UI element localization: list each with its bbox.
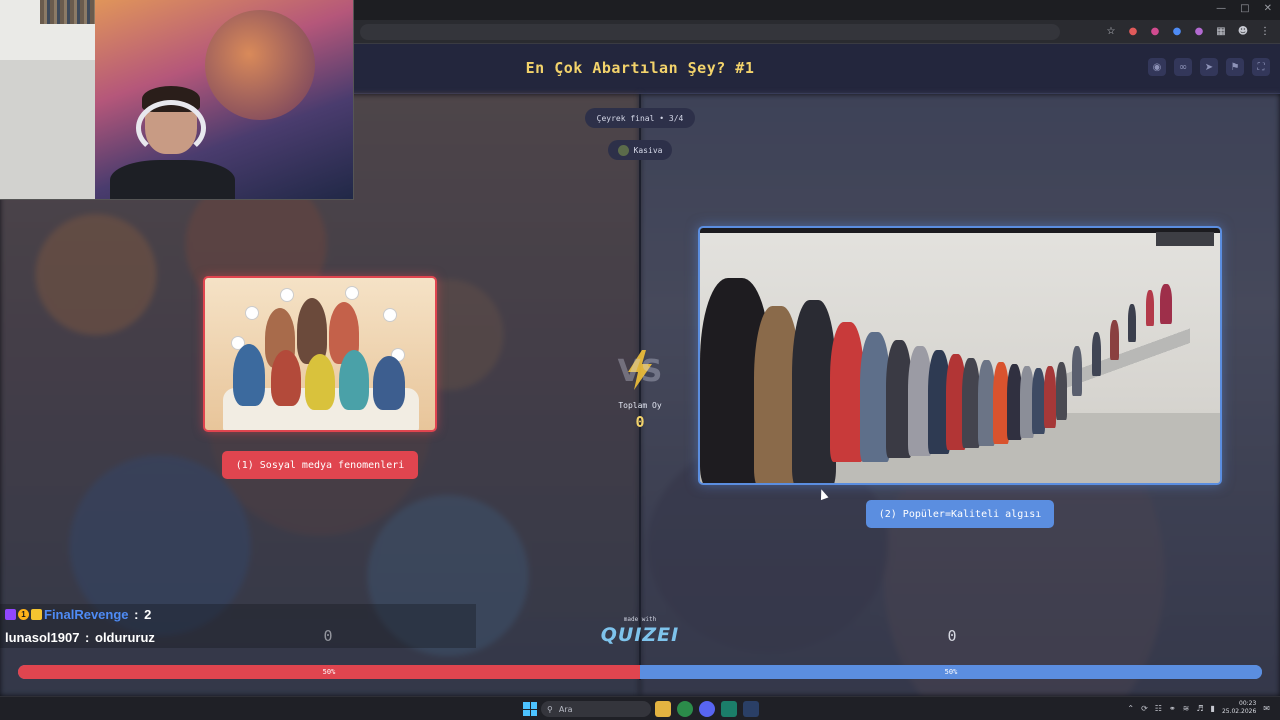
maximize-icon[interactable]: □ — [1240, 3, 1249, 14]
extension-icon[interactable]: ● — [1148, 24, 1162, 38]
chat-text: oldururuz — [95, 630, 155, 645]
vs-label: VS — [617, 354, 663, 389]
extension-icon[interactable]: ● — [1170, 24, 1184, 38]
illustrated-person — [373, 356, 405, 410]
queue-person — [1072, 346, 1082, 396]
illustrated-person — [305, 354, 335, 410]
queue-person — [1110, 320, 1119, 360]
menu-dots-icon[interactable]: ⋮ — [1258, 24, 1272, 38]
avatar — [617, 144, 629, 156]
chat-message: 1 FinalRevenge : 2 — [5, 607, 151, 622]
queue-person — [1056, 362, 1067, 420]
vs-lightning-icon: VS — [616, 348, 664, 392]
illustrated-person — [233, 344, 265, 406]
option-2-image[interactable] — [698, 226, 1222, 485]
chat-username: lunasol1907 — [5, 630, 80, 645]
microphone-icon[interactable]: ⚭ — [1169, 704, 1176, 713]
system-tray: ⌃ ⟳ ☷ ⚭ ≋ ♬ ▮ 00:23 25.02.2026 ✉ — [1127, 700, 1270, 716]
clock-date: 25.02.2026 — [1221, 708, 1257, 715]
creator-name: Kasiva — [633, 145, 663, 155]
close-icon[interactable]: ✕ — [1264, 3, 1272, 14]
queue-person — [1044, 366, 1056, 428]
bits-badge-icon: 1 — [18, 609, 29, 620]
streamer-torso — [110, 160, 235, 199]
round-badge: Çeyrek final • 3/4 — [585, 108, 695, 128]
quizei-logo[interactable]: QUIZEI — [600, 624, 680, 646]
chrome-icon[interactable] — [677, 701, 693, 717]
option-2-progress: 50% — [640, 665, 1262, 679]
link-icon[interactable]: ∞ — [1174, 58, 1192, 76]
social-bubble — [345, 286, 359, 300]
chat-separator: : — [81, 630, 93, 645]
chat-separator: : — [130, 607, 143, 622]
option-1-button[interactable]: (1) Sosyal medya fenomenleri — [222, 451, 418, 479]
creator-badge[interactable]: Kasiva — [608, 140, 672, 160]
queue-person — [1146, 290, 1154, 326]
network-icon[interactable]: ☷ — [1155, 704, 1162, 713]
illustrated-person — [339, 350, 369, 410]
clock[interactable]: 00:23 25.02.2026 — [1222, 700, 1256, 716]
queue-person — [1092, 332, 1101, 376]
option-1-image[interactable] — [203, 276, 437, 432]
option-2-votes: 0 — [947, 627, 957, 645]
share-icon[interactable]: ➤ — [1200, 58, 1218, 76]
bookmark-star-icon[interactable]: ☆ — [1104, 24, 1118, 38]
notification-icon[interactable]: ✉ — [1263, 704, 1270, 713]
queue-person — [1160, 284, 1172, 324]
books — [40, 0, 95, 24]
minimize-icon[interactable]: — — [1216, 3, 1226, 14]
social-bubble — [280, 288, 294, 302]
header-actions: ◉ ∞ ➤ ⚑ ⛶ — [1148, 58, 1270, 76]
taskbar: ⚲ Ara ⌃ ⟳ ☷ ⚭ ≋ ♬ ▮ 00:23 25.02.2026 ✉ — [0, 696, 1280, 720]
discord-icon[interactable] — [699, 701, 715, 717]
steam-icon[interactable] — [743, 701, 759, 717]
queue-person — [830, 322, 864, 462]
chat-message: lunasol1907 : oldururuz — [5, 630, 155, 645]
illustrated-person — [271, 350, 301, 406]
wifi-icon[interactable]: ≋ — [1183, 704, 1190, 713]
option-2-button[interactable]: (2) Popüler=Kaliteli algısı — [866, 500, 1054, 528]
social-bubble — [383, 308, 397, 322]
sub-badge-icon — [5, 609, 16, 620]
profile-icon[interactable]: ☻ — [1236, 24, 1250, 38]
fullscreen-icon[interactable]: ⛶ — [1252, 58, 1270, 76]
taskbar-search[interactable]: ⚲ Ara — [541, 701, 651, 717]
crown-badge-icon — [31, 609, 42, 620]
extension-icon[interactable]: ● — [1192, 24, 1206, 38]
streamer — [110, 86, 235, 199]
queue-person — [1128, 304, 1136, 342]
total-votes-label: Toplam Oy — [618, 401, 662, 410]
extension-icons: ☆ ● ● ● ● ▦ ☻ ⋮ — [1104, 24, 1272, 38]
vote-progress-bar: 50% 50% — [18, 665, 1262, 679]
window-controls: — □ ✕ — [1216, 3, 1272, 14]
battery-icon[interactable]: ▮ — [1211, 704, 1215, 713]
social-bubble — [245, 306, 259, 320]
extension-icon[interactable]: ● — [1126, 24, 1140, 38]
option-1-progress: 50% — [18, 665, 640, 679]
file-explorer-icon[interactable] — [655, 701, 671, 717]
bookshelf — [0, 0, 95, 199]
app-icon[interactable] — [721, 701, 737, 717]
webcam-overlay — [0, 0, 354, 200]
total-votes-value: 0 — [635, 413, 645, 431]
puzzle-icon[interactable]: ▦ — [1214, 24, 1228, 38]
screen: — □ ✕ ☆ ● ● ● ● ▦ ☻ ⋮ En Çok Abartılan Ş… — [0, 0, 1280, 720]
eye-icon[interactable]: ◉ — [1148, 58, 1166, 76]
sync-icon[interactable]: ⟳ — [1141, 704, 1148, 713]
chat-overlay: 1 FinalRevenge : 2 lunasol1907 : oldurur… — [0, 604, 476, 648]
start-button[interactable] — [523, 702, 537, 716]
flag-icon[interactable]: ⚑ — [1226, 58, 1244, 76]
image-border — [700, 228, 1220, 233]
chat-username: FinalRevenge — [44, 607, 129, 622]
address-bar[interactable] — [360, 24, 1060, 40]
chevron-up-icon[interactable]: ⌃ — [1127, 704, 1134, 713]
search-icon: ⚲ — [547, 704, 553, 714]
image-detail — [1156, 232, 1214, 246]
chat-text: 2 — [144, 607, 152, 622]
clock-time: 00:23 — [1239, 700, 1257, 707]
volume-icon[interactable]: ♬ — [1196, 704, 1203, 713]
search-placeholder: Ara — [558, 704, 573, 714]
headphones-icon — [136, 100, 206, 156]
made-with-label: made with — [623, 616, 657, 623]
